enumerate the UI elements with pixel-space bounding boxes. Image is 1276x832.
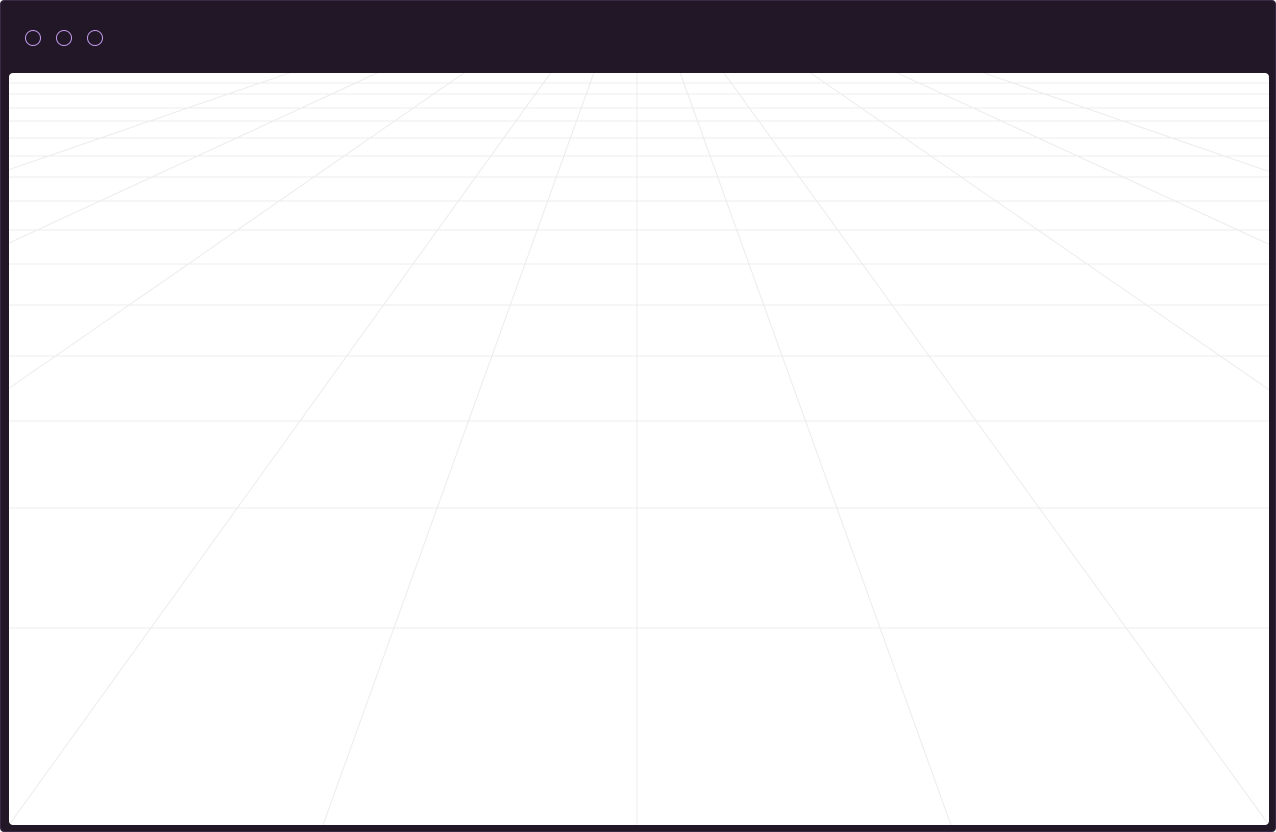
grid-converging-lines [9,73,1269,825]
maximize-circle-icon[interactable] [87,30,103,46]
grid-converging-line [9,73,465,389]
grid-converging-line [9,73,379,244]
grid-converging-line [322,73,595,825]
app-window [0,0,1276,832]
viewport[interactable] [9,73,1269,825]
grid-converging-line [679,73,952,825]
grid-converging-line [982,73,1269,173]
grid-converging-line [723,73,1269,825]
grid-converging-line [809,73,1269,391]
title-bar[interactable] [1,1,1275,73]
perspective-grid [9,73,1269,825]
grid-horizontal-lines [9,82,1269,629]
grid-converging-line [896,73,1269,245]
minimize-circle-icon[interactable] [56,30,72,46]
grid-converging-line [9,73,552,825]
close-circle-icon[interactable] [25,30,41,46]
grid-converging-line [9,73,291,171]
